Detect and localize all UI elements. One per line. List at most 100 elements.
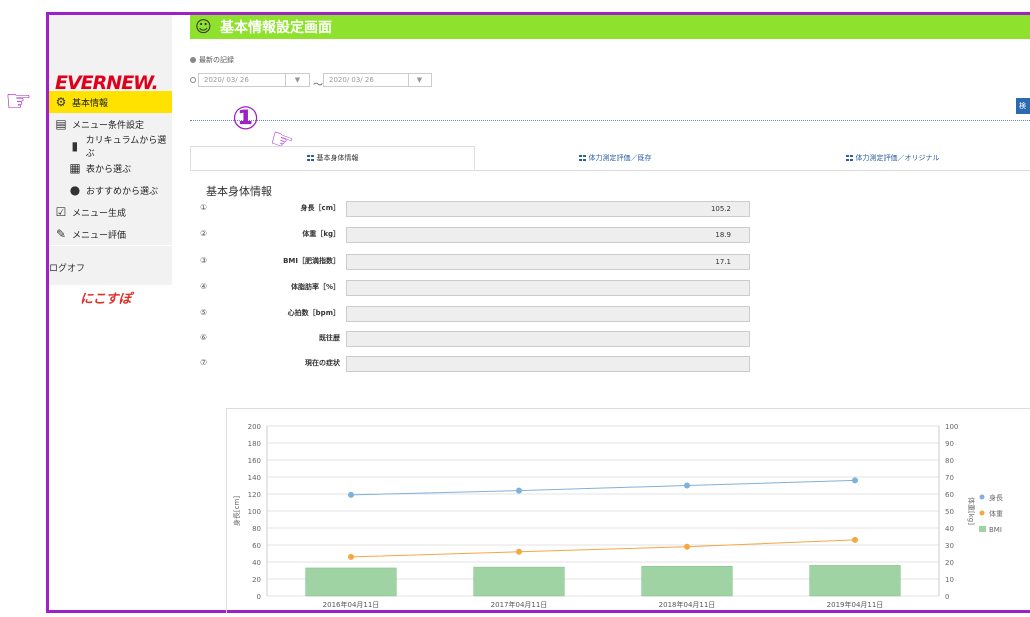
data-point bbox=[516, 487, 522, 494]
y2-tick-label: 80 bbox=[945, 457, 954, 465]
page-header: ☺ 基本情報設定画面 bbox=[190, 15, 1030, 39]
row-number: ③ bbox=[200, 256, 208, 265]
radio-dot bbox=[190, 77, 196, 83]
date-to-input[interactable]: 2020/ 03/ 26 bbox=[323, 73, 409, 87]
row-label: 心拍数［bpm］ bbox=[287, 309, 340, 317]
grid-icon bbox=[845, 155, 853, 161]
document-icon: ▮ bbox=[71, 139, 79, 153]
row-value: 17.1 bbox=[346, 254, 750, 270]
sidebar-item-label: 基本情報 bbox=[72, 98, 109, 109]
y2-tick-label: 20 bbox=[945, 559, 954, 567]
tab-fitness-existing[interactable]: 体力測定評価／既存 bbox=[475, 146, 755, 170]
tab-fitness-original[interactable]: 体力測定評価／オリジナル bbox=[755, 146, 1030, 170]
sidebar-item-curriculum[interactable]: ▮ カリキュラムから選ぶ bbox=[49, 135, 172, 159]
y-tick-label: 80 bbox=[252, 525, 261, 533]
date-from-input[interactable]: 2020/ 03/ 26 bbox=[198, 73, 286, 87]
tab-label: 基本身体情報 bbox=[316, 154, 359, 162]
info-row: ⑥ 既往歴 bbox=[200, 331, 760, 347]
row-value: 105.2 bbox=[346, 201, 750, 217]
row-number: ⑥ bbox=[200, 333, 208, 342]
sidebar-item-label: メニュー評価 bbox=[72, 230, 127, 241]
page-title: 基本情報設定画面 bbox=[220, 20, 332, 36]
sidebar-item-menu-conditions[interactable]: ▤ メニュー条件設定 bbox=[49, 113, 172, 135]
y2-tick-label: 60 bbox=[945, 491, 954, 499]
x-tick-label: 2017年04月11日 bbox=[491, 600, 548, 609]
clipboard-icon: ▤ bbox=[55, 117, 67, 131]
y2-tick-label: 50 bbox=[945, 508, 954, 516]
row-label: BMI［肥満指数］ bbox=[283, 257, 340, 265]
latest-record-radio[interactable]: 最新の記録 bbox=[190, 55, 234, 65]
divider bbox=[190, 120, 1030, 121]
range-separator: ～ bbox=[313, 80, 323, 91]
y-tick-label: 60 bbox=[252, 542, 261, 550]
bmi-bar bbox=[809, 565, 901, 597]
x-tick-label: 2019年04月11日 bbox=[827, 600, 884, 609]
data-point bbox=[852, 477, 858, 484]
search-button[interactable]: 検 bbox=[1016, 98, 1030, 114]
y2-tick-label: 0 bbox=[945, 593, 949, 601]
info-row: ④ 体脂肪率［%］ bbox=[200, 280, 760, 296]
row-value: 18.9 bbox=[346, 227, 750, 243]
y-tick-label: 120 bbox=[248, 491, 261, 499]
bmi-bar bbox=[641, 566, 733, 597]
info-row: ⑤ 心拍数［bpm］ bbox=[200, 306, 760, 322]
grid-icon bbox=[578, 155, 586, 161]
y2-tick-label: 70 bbox=[945, 474, 954, 482]
tab-label: 体力測定評価／既存 bbox=[588, 154, 652, 162]
data-point bbox=[348, 491, 354, 498]
row-number: ② bbox=[200, 229, 208, 238]
row-value bbox=[346, 356, 750, 372]
y-tick-label: 40 bbox=[252, 559, 261, 567]
logout-link[interactable]: ログオフ bbox=[49, 261, 85, 274]
row-label: 身長［cm］ bbox=[300, 204, 340, 212]
date-to-dropdown[interactable]: ▼ bbox=[408, 73, 432, 87]
y-tick-label: 200 bbox=[248, 423, 261, 431]
x-tick-label: 2016年04月11日 bbox=[323, 600, 380, 609]
sidebar-item-label: カリキュラムから選ぶ bbox=[85, 136, 167, 159]
sidebar-item-table[interactable]: ▦ 表から選ぶ bbox=[49, 157, 172, 179]
y-tick-label: 0 bbox=[257, 593, 261, 601]
legend-swatch bbox=[979, 510, 985, 516]
row-value bbox=[346, 280, 750, 296]
bmi-bar bbox=[473, 566, 565, 597]
gear-icon: ⚙ bbox=[55, 95, 67, 109]
y2-tick-label: 10 bbox=[945, 576, 954, 584]
y-tick-label: 140 bbox=[248, 474, 261, 482]
sidebar-item-recommend[interactable]: ● おすすめから選ぶ bbox=[49, 179, 172, 201]
row-number: ④ bbox=[200, 282, 208, 291]
pencil-icon: ✎ bbox=[55, 227, 67, 241]
y-tick-label: 20 bbox=[252, 576, 261, 584]
y-tick-label: 160 bbox=[248, 457, 261, 465]
y2-tick-label: 100 bbox=[945, 423, 958, 431]
legend-swatch bbox=[979, 526, 986, 532]
bmi-bar bbox=[305, 567, 397, 597]
info-row: ③ BMI［肥満指数］ 17.1 bbox=[200, 254, 760, 270]
row-value bbox=[346, 331, 750, 347]
annotation-number: ① bbox=[232, 99, 260, 137]
sidebar-item-label: メニュー条件設定 bbox=[72, 120, 145, 131]
row-number: ⑦ bbox=[200, 358, 208, 367]
sidebar-item-label: おすすめから選ぶ bbox=[86, 186, 159, 197]
y-axis-title: 身長[cm] bbox=[232, 496, 241, 526]
row-label: 現在の症状 bbox=[305, 359, 340, 367]
pointing-hand-icon: ☞ bbox=[5, 84, 32, 119]
row-label: 体脂肪率［%］ bbox=[290, 283, 340, 291]
growth-chart: 0 20 40 60 80 100 120 140 160 180 200 0 10 20 30 40 50 60… bbox=[226, 408, 1030, 613]
tab-label: 体力測定評価／オリジナル bbox=[855, 154, 940, 162]
data-point bbox=[684, 543, 690, 550]
tab-basic-info[interactable]: 基本身体情報 bbox=[190, 146, 475, 170]
y-tick-label: 100 bbox=[248, 508, 261, 516]
checkbox-icon: ☑ bbox=[55, 205, 67, 219]
info-row: ② 体重［kg］ 18.9 bbox=[200, 227, 760, 243]
sidebar-item-basic-info[interactable]: ⚙ 基本情報 bbox=[49, 91, 172, 113]
nikosupo-logo: にこすぽ bbox=[80, 292, 132, 307]
section-title: 基本身体情報 bbox=[206, 185, 272, 198]
legend-label: 身長 bbox=[989, 493, 1003, 502]
lightbulb-icon: ● bbox=[69, 183, 81, 197]
evernew-logo: EVERNEW. bbox=[55, 72, 159, 94]
radio-dot bbox=[190, 57, 196, 63]
sidebar-item-menu-generate[interactable]: ☑ メニュー生成 bbox=[49, 201, 172, 223]
date-from-dropdown[interactable]: ▼ bbox=[286, 73, 310, 87]
sidebar-item-menu-evaluate[interactable]: ✎ メニュー評価 bbox=[49, 223, 172, 245]
legend-label: 体重 bbox=[989, 509, 1003, 518]
